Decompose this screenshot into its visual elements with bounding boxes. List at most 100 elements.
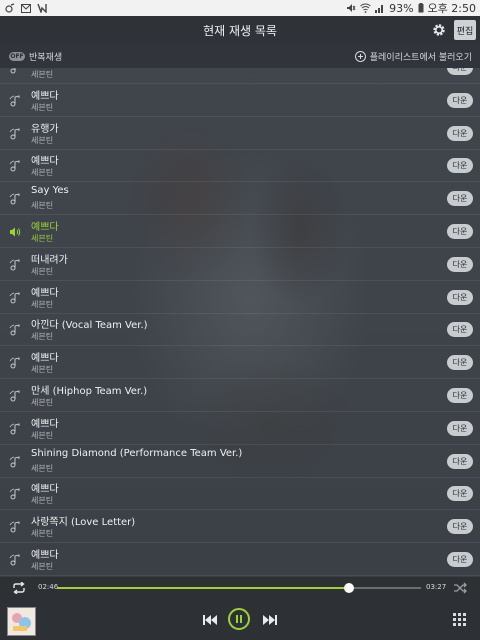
track-artist: 세븐틴 <box>31 266 54 276</box>
track-title: 예쁘다 <box>31 90 59 102</box>
track-title: 만세 (Hiphop Team Ver.) <box>31 386 148 397</box>
track-artist: 세븐틴 <box>31 70 54 79</box>
track-list: 세븐틴다운예쁘다세븐틴다운유행가세븐틴다운예쁘다세븐틴다운Say Yes세븐틴다… <box>0 68 480 578</box>
next-icon[interactable] <box>262 614 278 626</box>
track-row[interactable]: 예쁘다 세븐틴 다운 <box>0 543 480 576</box>
track-row[interactable]: 아낀다 (Vocal Team Ver.) 세븐틴 다운 <box>0 313 480 347</box>
track-row[interactable]: 예쁘다 세븐틴 다운 <box>0 412 480 445</box>
track-row[interactable]: 예쁘다 세븐틴 다운 <box>0 477 480 511</box>
previous-icon[interactable] <box>202 614 218 626</box>
track-title: 예쁘다 <box>31 353 59 365</box>
track-row[interactable]: 예쁘다 세븐틴 다운 <box>0 281 480 314</box>
seek-progress <box>57 587 349 589</box>
track-artist: 세븐틴 <box>31 168 54 178</box>
app-icon <box>37 3 47 13</box>
playlist-toolbar: OFF 반복재생 플레이리스트에서 불러오기 <box>0 44 480 68</box>
grid-icon[interactable] <box>453 613 466 626</box>
track-title: 예쁘다 <box>31 287 59 299</box>
battery-percent: 93% <box>389 1 414 15</box>
battery-icon <box>418 3 424 13</box>
edit-button[interactable]: 편집 <box>454 20 476 40</box>
note-icon <box>10 68 16 74</box>
repeat-icon[interactable] <box>12 582 26 594</box>
mute-icon <box>347 4 356 12</box>
track-title: 예쁘다 <box>31 418 59 430</box>
track-artist: 세븐틴 <box>31 234 54 243</box>
seek-thumb[interactable] <box>343 583 354 593</box>
track-artist: 세븐틴 <box>31 365 54 375</box>
track-artist: 세븐틴 <box>31 398 54 407</box>
note-icon <box>9 291 20 304</box>
download-button[interactable]: 다운 <box>447 224 473 239</box>
signal-icon <box>375 5 384 13</box>
track-row[interactable]: 예쁘다 세븐틴 다운 <box>0 346 480 380</box>
wifi-icon <box>360 3 371 13</box>
track-row-playing[interactable]: 예쁘다 세븐틴 다운 <box>0 215 480 248</box>
track-row[interactable]: 세븐틴 다운 <box>0 68 480 84</box>
total-time: 03:27 <box>426 583 447 591</box>
player-bar <box>0 599 480 640</box>
progress-area: 02:46 03:27 <box>0 577 480 599</box>
current-time: 02:46 <box>38 583 59 591</box>
download-button[interactable]: 다운 <box>447 289 473 305</box>
note-icon <box>9 127 20 140</box>
track-artist: 세븐틴 <box>31 102 54 112</box>
album-art-image <box>8 608 35 635</box>
page-title: 현재 재생 목록 <box>203 23 277 38</box>
track-artist: 세븐틴 <box>31 135 54 145</box>
gear-icon[interactable] <box>431 22 447 38</box>
status-bar: 93% 오후 2:50 <box>0 0 480 16</box>
download-button[interactable]: 다운 <box>447 125 473 141</box>
note-icon <box>9 160 20 172</box>
track-row[interactable]: 떠내려가 세븐틴 다운 <box>0 248 480 281</box>
notification-icon <box>5 3 15 13</box>
track-title: 예쁘다 <box>31 550 59 561</box>
download-button[interactable]: 다운 <box>447 388 473 403</box>
repeat-toggle[interactable]: OFF <box>9 51 25 61</box>
download-button[interactable]: 다운 <box>447 256 473 272</box>
load-playlist-label: 플레이리스트에서 불러오기 <box>369 52 472 63</box>
download-button[interactable]: 다운 <box>447 453 473 469</box>
download-button[interactable]: 다운 <box>447 68 473 75</box>
track-title: Shining Diamond (Performance Team Ver.) <box>31 447 243 459</box>
download-button[interactable]: 다운 <box>447 158 473 174</box>
download-button[interactable]: 다운 <box>447 92 473 108</box>
track-title: 예쁘다 <box>31 156 59 168</box>
note-icon <box>9 455 20 468</box>
track-title: 떠내려가 <box>31 254 68 266</box>
seek-bar[interactable] <box>57 583 421 593</box>
album-art-thumbnail[interactable] <box>7 607 36 636</box>
note-icon <box>9 390 20 402</box>
track-title: 예쁘다 <box>31 222 59 233</box>
track-row[interactable]: Say Yes 세븐틴 다운 <box>0 182 480 216</box>
track-row[interactable]: 예쁘다 세븐틴 다운 <box>0 149 480 183</box>
track-row[interactable]: 예쁘다 세븐틴 다운 <box>0 84 480 117</box>
download-button[interactable]: 다운 <box>447 355 473 371</box>
download-button[interactable]: 다운 <box>447 486 473 502</box>
track-title: Say Yes <box>31 185 69 197</box>
download-button[interactable]: 다운 <box>447 519 473 535</box>
track-artist: 세븐틴 <box>31 463 54 473</box>
track-row[interactable]: 사랑쪽지 (Love Letter) 세븐틴 다운 <box>0 510 480 544</box>
note-icon <box>9 357 20 369</box>
note-icon <box>9 488 20 500</box>
track-artist: 세븐틴 <box>31 562 54 571</box>
track-artist: 세븐틴 <box>31 299 54 309</box>
track-row[interactable]: Shining Diamond (Performance Team Ver.) 세… <box>0 445 480 478</box>
download-button[interactable]: 다운 <box>447 420 473 436</box>
pause-icon[interactable] <box>228 608 250 630</box>
track-artist: 세븐틴 <box>31 496 54 506</box>
load-from-playlist-button[interactable]: 플레이리스트에서 불러오기 <box>354 50 472 63</box>
track-artist: 세븐틴 <box>31 332 54 342</box>
track-title: 유행가 <box>31 123 59 135</box>
shuffle-icon[interactable] <box>454 582 468 594</box>
download-button[interactable]: 다운 <box>447 191 473 207</box>
track-row[interactable]: 만세 (Hiphop Team Ver.) 세븐틴 다운 <box>0 379 480 412</box>
download-button[interactable]: 다운 <box>447 322 473 338</box>
track-row[interactable]: 유행가 세븐틴 다운 <box>0 117 480 150</box>
track-artist: 세븐틴 <box>31 529 54 539</box>
track-title: 아낀다 (Vocal Team Ver.) <box>31 320 148 332</box>
note-icon <box>9 193 20 205</box>
note-icon <box>9 95 20 107</box>
download-button[interactable]: 다운 <box>447 552 473 567</box>
